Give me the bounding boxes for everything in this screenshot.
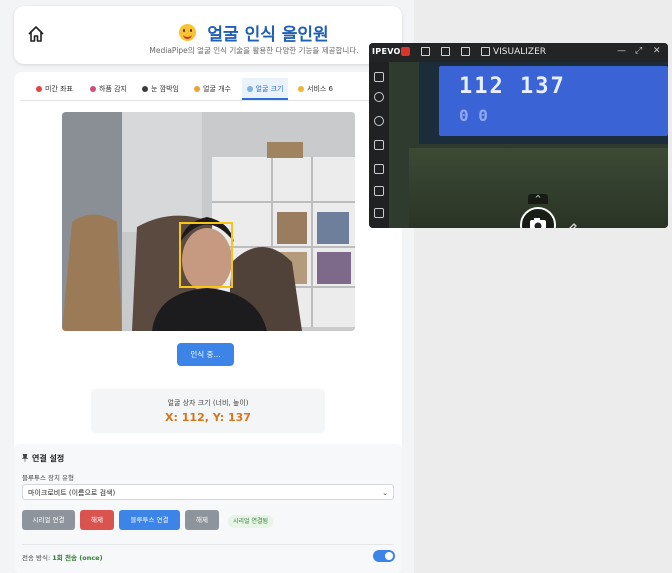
- ipevo-titlebar: IPEVO VISUALIZER — ⤢ ✕: [369, 43, 668, 62]
- exposure-icon[interactable]: [374, 140, 384, 150]
- transmit-mode-label: 전송 방식:: [22, 554, 51, 562]
- connection-title: 연결 설정: [22, 453, 64, 464]
- new-window-icon[interactable]: [421, 47, 430, 56]
- page-subtitle: MediaPipe의 얼굴 인식 기술을 활용한 다양한 기능을 제공합니다.: [149, 46, 359, 55]
- face-bounding-box: [179, 222, 233, 288]
- tab-label: 얼굴 개수: [203, 85, 231, 93]
- bluetooth-disconnect-button[interactable]: 해제: [185, 510, 219, 530]
- device-type-label: 블루투스 장치 유형: [22, 474, 74, 482]
- ipevo-title: VISUALIZER: [493, 47, 547, 57]
- tab-face-size[interactable]: 얼굴 크기: [242, 78, 288, 100]
- serial-disconnect-button[interactable]: 해제: [80, 510, 114, 530]
- ipevo-sidebar: [369, 62, 389, 228]
- service-tabs: 미간 좌표 하품 감지 눈 깜박임 얼굴 개수 얼굴 크기 서비스 6: [20, 78, 396, 101]
- lcd-line-1: 112 137: [459, 74, 566, 99]
- flip-horizontal-icon[interactable]: [374, 186, 384, 196]
- page-title-wrap: 얼굴 인식 올인원: [104, 20, 404, 45]
- close-icon[interactable]: ✕: [653, 46, 661, 56]
- tab-label: 하품 감지: [99, 85, 127, 93]
- panel-icon[interactable]: [481, 47, 490, 56]
- ipevo-logo: IPEVO: [372, 47, 401, 56]
- divider: [22, 544, 394, 545]
- tab-face-count[interactable]: 얼굴 개수: [194, 78, 231, 100]
- tab-blink[interactable]: 눈 깜박임: [142, 78, 179, 100]
- document-camera-view: 112 137 0 0 ^: [389, 62, 668, 228]
- chevron-up-icon[interactable]: ^: [528, 194, 548, 204]
- minimize-icon[interactable]: —: [617, 46, 626, 56]
- lcd-line-2: 0 0: [459, 106, 488, 125]
- tab-label: 얼굴 크기: [255, 85, 284, 93]
- tab-service-6[interactable]: 서비스 6: [298, 78, 333, 100]
- transmit-mode-toggle[interactable]: [373, 550, 395, 562]
- layout-icon[interactable]: [461, 47, 470, 56]
- eye-icon: [142, 86, 148, 92]
- tab-yawn[interactable]: 하품 감지: [90, 78, 127, 100]
- transmit-mode: 전송 방식: 1회 전송 (once): [22, 552, 103, 562]
- tab-label: 미간 좌표: [45, 85, 73, 93]
- camera-glyph: [530, 218, 546, 228]
- connection-title-text: 연결 설정: [32, 454, 65, 463]
- camera-shutter-icon[interactable]: [520, 207, 556, 228]
- smiley-icon: [179, 24, 197, 41]
- pin-icon: [36, 86, 42, 92]
- home-icon[interactable]: [26, 24, 46, 44]
- lips-icon: [90, 86, 96, 92]
- transmit-mode-value: 1회 전송 (once): [52, 554, 103, 562]
- serial-connect-button[interactable]: 시리얼 연결: [22, 510, 75, 530]
- device-type-value: 마이크로비트 (이름으로 검색): [28, 489, 116, 497]
- camera-settings-icon[interactable]: [374, 92, 384, 102]
- lcd-display: 112 137 0 0: [439, 66, 668, 136]
- face-size-panel: 얼굴 상자 크기 (너비, 높이) X: 112, Y: 137: [91, 389, 325, 433]
- face-app: 얼굴 인식 올인원 MediaPipe의 얼굴 인식 기술을 활용한 다양한 기…: [0, 0, 414, 573]
- crop-icon[interactable]: [374, 208, 384, 218]
- tab-label: 서비스 6: [307, 85, 333, 93]
- face-size-value: X: 112, Y: 137: [165, 411, 251, 424]
- pushpin-icon: [22, 454, 28, 462]
- add-window-icon[interactable]: [441, 47, 450, 56]
- face-size-label: 얼굴 상자 크기 (너비, 높이): [167, 399, 249, 407]
- status-badge: 시리얼 연결됨: [228, 515, 274, 528]
- header-card: 얼굴 인식 올인원 MediaPipe의 얼굴 인식 기술을 활용한 다양한 기…: [14, 6, 402, 64]
- document-icon[interactable]: [374, 72, 384, 82]
- tab-glabella[interactable]: 미간 좌표: [36, 78, 73, 100]
- maximize-icon[interactable]: ⤢: [635, 46, 642, 56]
- people-icon: [194, 86, 200, 92]
- ipevo-visualizer-window: IPEVO VISUALIZER — ⤢ ✕ 112 137 0 0 ^: [369, 43, 668, 228]
- page-title: 얼굴 인식 올인원: [207, 25, 329, 45]
- webcam-feed: [62, 112, 355, 331]
- record-icon[interactable]: [401, 47, 410, 56]
- rotate-icon[interactable]: [374, 116, 384, 126]
- sparkle-icon: [298, 86, 304, 92]
- chevron-down-icon: ⌄: [382, 489, 388, 497]
- recognizing-button[interactable]: 인식 중...: [177, 343, 234, 366]
- device-type-select[interactable]: 마이크로비트 (이름으로 검색) ⌄: [22, 484, 394, 500]
- flip-vertical-icon[interactable]: [374, 164, 384, 174]
- pen-icon[interactable]: [564, 222, 578, 228]
- tab-label: 눈 깜박임: [151, 85, 179, 93]
- bluetooth-connect-button[interactable]: 블루투스 연결: [119, 510, 180, 530]
- ruler-icon: [246, 86, 253, 92]
